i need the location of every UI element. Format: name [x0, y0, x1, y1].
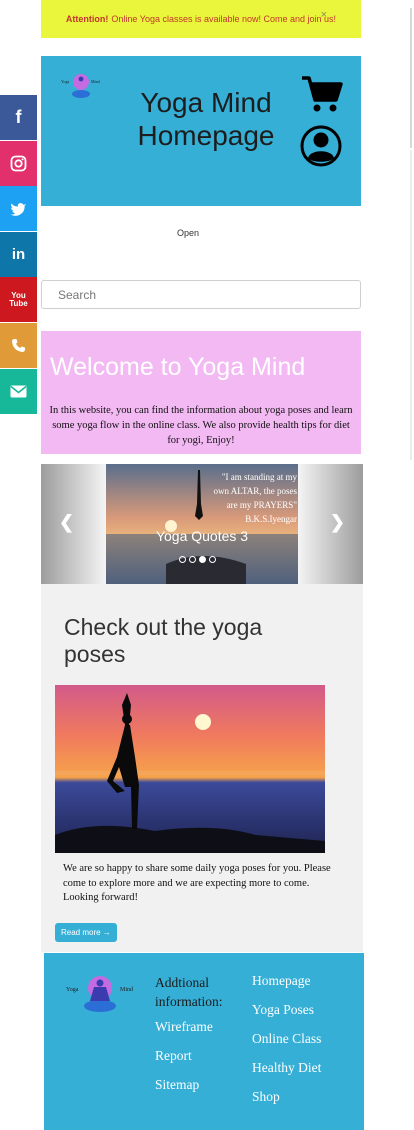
poses-text: We are so happy to share some daily yoga…: [63, 863, 331, 903]
chevron-right-icon[interactable]: ❯: [330, 512, 345, 533]
carousel-caption: Yoga Quotes 3: [155, 528, 249, 544]
svg-text:Mind: Mind: [120, 987, 133, 993]
social-sidebar: f in You Tube: [0, 95, 37, 414]
footer-link-yoga-poses[interactable]: Yoga Poses: [252, 1002, 362, 1018]
welcome-title: Welcome to Yoga Mind: [50, 353, 306, 381]
carousel-dot[interactable]: [189, 556, 196, 563]
footer-link-online-class[interactable]: Online Class: [252, 1031, 362, 1047]
scrollbar-track[interactable]: [410, 150, 412, 460]
poses-section: Check out the yoga poses We are so happy…: [41, 584, 363, 952]
announcement-text: Online Yoga classes is available now! Co…: [111, 14, 337, 24]
welcome-text: In this website, you can find the inform…: [49, 405, 353, 446]
search-input[interactable]: [41, 280, 361, 309]
site-header: Yoga Mind Yoga Mind Homepage: [41, 56, 361, 206]
page-title: Yoga Mind Homepage: [137, 87, 275, 151]
announcement-bar: Attention! Online Yoga classes is availa…: [41, 0, 361, 38]
footer-info-column: Addtional information: Wireframe Report …: [155, 973, 245, 1106]
site-footer: Yoga Mind Addtional information: Wirefra…: [44, 953, 364, 1130]
footer-link-wireframe[interactable]: Wireframe: [155, 1019, 245, 1035]
footer-logo-icon[interactable]: Yoga Mind: [64, 971, 136, 1013]
twitter-icon[interactable]: [0, 186, 37, 232]
footer-link-homepage[interactable]: Homepage: [252, 973, 362, 989]
footer-link-report[interactable]: Report: [155, 1048, 245, 1064]
footer-link-sitemap[interactable]: Sitemap: [155, 1077, 245, 1093]
chevron-left-icon[interactable]: ❮: [59, 512, 74, 533]
quote-carousel: ❮ ❯ "I am standing at my own ALTAR, the …: [41, 464, 363, 584]
announcement-prefix: Attention!: [65, 14, 109, 24]
logo-icon[interactable]: Yoga Mind: [59, 72, 103, 100]
carousel-indicators: [179, 556, 216, 563]
svg-text:Yoga: Yoga: [61, 79, 69, 84]
svg-text:Yoga: Yoga: [66, 987, 79, 993]
email-icon[interactable]: [0, 368, 37, 414]
carousel-dot[interactable]: [199, 556, 206, 563]
instagram-icon[interactable]: [0, 140, 37, 186]
youtube-icon[interactable]: You Tube: [0, 277, 37, 323]
footer-site-column: Homepage Yoga Poses Online Class Healthy…: [252, 973, 362, 1118]
poses-photo: [55, 685, 325, 853]
read-more-button[interactable]: Read more →: [55, 923, 117, 942]
svg-text:Mind: Mind: [91, 79, 100, 84]
phone-icon[interactable]: [0, 322, 37, 368]
cart-icon[interactable]: [301, 74, 343, 114]
footer-link-shop[interactable]: Shop: [252, 1089, 362, 1105]
carousel-dot[interactable]: [209, 556, 216, 563]
poses-title: Check out the yoga poses: [64, 614, 263, 667]
open-menu-link[interactable]: Open: [150, 228, 226, 238]
footer-link-healthy-diet[interactable]: Healthy Diet: [252, 1060, 362, 1076]
carousel-dot[interactable]: [179, 556, 186, 563]
user-icon[interactable]: [299, 124, 343, 168]
linkedin-icon[interactable]: in: [0, 231, 37, 277]
carousel-quote: "I am standing at my own ALTAR, the pose…: [213, 472, 297, 524]
scrollbar[interactable]: [410, 8, 412, 148]
close-icon[interactable]: ×: [321, 9, 327, 21]
footer-info-heading: Addtional information:: [155, 975, 223, 1009]
welcome-banner: Welcome to Yoga Mind In this website, yo…: [41, 331, 361, 454]
facebook-icon[interactable]: f: [0, 95, 37, 140]
